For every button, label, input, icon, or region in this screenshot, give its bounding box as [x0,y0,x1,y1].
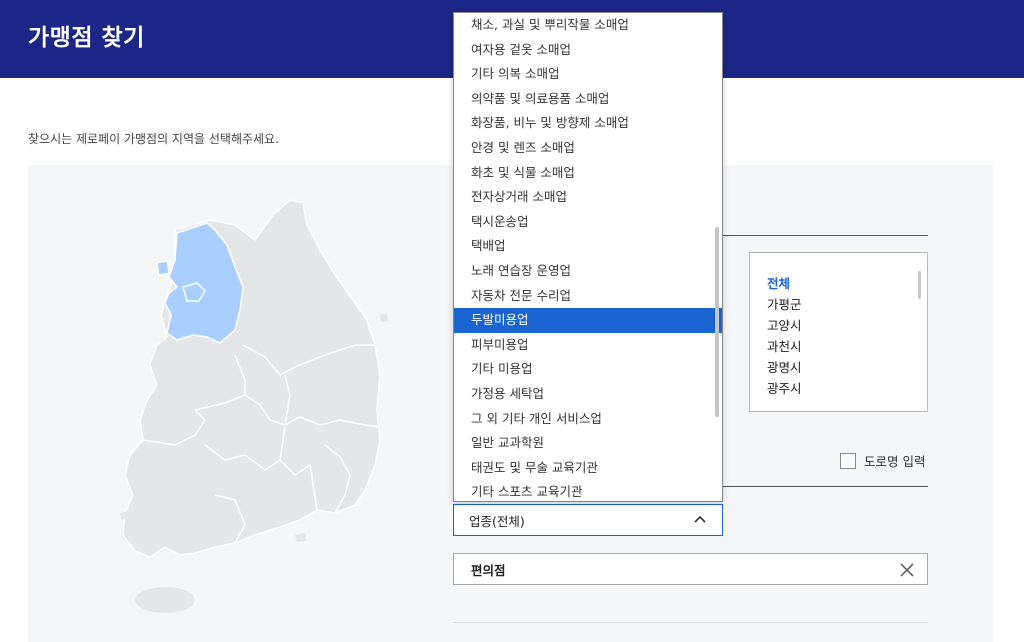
dropdown-option[interactable]: 안경 및 렌즈 소매업 [454,136,722,161]
dropdown-option[interactable]: 태권도 및 무술 교육기관 [454,456,722,481]
dropdown-option[interactable]: 기타 스포츠 교육기관 [454,480,722,501]
korea-map [120,199,388,613]
instruction-text: 찾으시는 제로페이 가맹점의 지역을 선택해주세요. [28,132,279,146]
city-list-scrollbar[interactable] [918,271,921,299]
city-item[interactable]: 광주시 [767,378,927,399]
dropdown-option[interactable]: 기타 의복 소매업 [454,62,722,87]
road-name-toggle[interactable]: 도로명 입력 [840,451,925,470]
city-item[interactable]: 과천시 [767,336,927,357]
business-type-select[interactable]: 업종(전체) [453,504,723,536]
dropdown-option[interactable]: 화장품, 비누 및 방향제 소매업 [454,111,722,136]
dropdown-option[interactable]: 자동차 전문 수리업 [454,284,722,309]
divider [453,622,928,623]
city-item[interactable]: 고양시 [767,315,927,336]
dropdown-option[interactable]: 일반 교과학원 [454,431,722,456]
city-item-all[interactable]: 전체 [767,273,927,294]
search-input-value: 편의점 [471,562,506,578]
dropdown-option[interactable]: 피부미용업 [454,333,722,358]
dropdown-scrollbar[interactable] [715,227,719,417]
search-input[interactable]: 편의점 [453,553,928,585]
close-icon[interactable] [899,562,915,578]
business-type-select-label: 업종(전체) [469,513,525,529]
dropdown-option[interactable]: 노래 연습장 운영업 [454,259,722,284]
road-name-label: 도로명 입력 [864,454,926,469]
region-jeju[interactable] [135,587,195,613]
city-item[interactable]: 광명시 [767,357,927,378]
dropdown-option[interactable]: 채소, 과실 및 뿌리작물 소매업 [454,13,722,38]
dropdown-option[interactable]: 여자용 겉옷 소매업 [454,38,722,63]
city-list[interactable]: 전체 가평군 고양시 과천시 광명시 광주시 [749,252,928,412]
dropdown-option[interactable]: 의약품 및 의료용품 소매업 [454,87,722,112]
region-mainland[interactable] [122,199,381,558]
dropdown-option[interactable]: 기타 미용업 [454,357,722,382]
dropdown-option[interactable]: 전자상거래 소매업 [454,185,722,210]
page-title: 가맹점 찾기 [28,25,145,51]
road-name-checkbox[interactable] [840,452,856,469]
dropdown-option[interactable]: 화초 및 식물 소매업 [454,161,722,186]
business-type-dropdown[interactable]: 채소, 과실 및 뿌리작물 소매업 여자용 겉옷 소매업 기타 의복 소매업 의… [453,12,723,502]
dropdown-option[interactable]: 가정용 세탁업 [454,382,722,407]
dropdown-option-selected[interactable]: 두발미용업 [454,308,722,333]
chevron-up-icon [694,515,706,523]
city-item[interactable]: 가평군 [767,294,927,315]
dropdown-option[interactable]: 택시운송업 [454,210,722,235]
dropdown-option[interactable]: 그 외 기타 개인 서비스업 [454,407,722,432]
dropdown-option[interactable]: 택배업 [454,234,722,259]
region-ganghwa[interactable] [156,260,170,276]
